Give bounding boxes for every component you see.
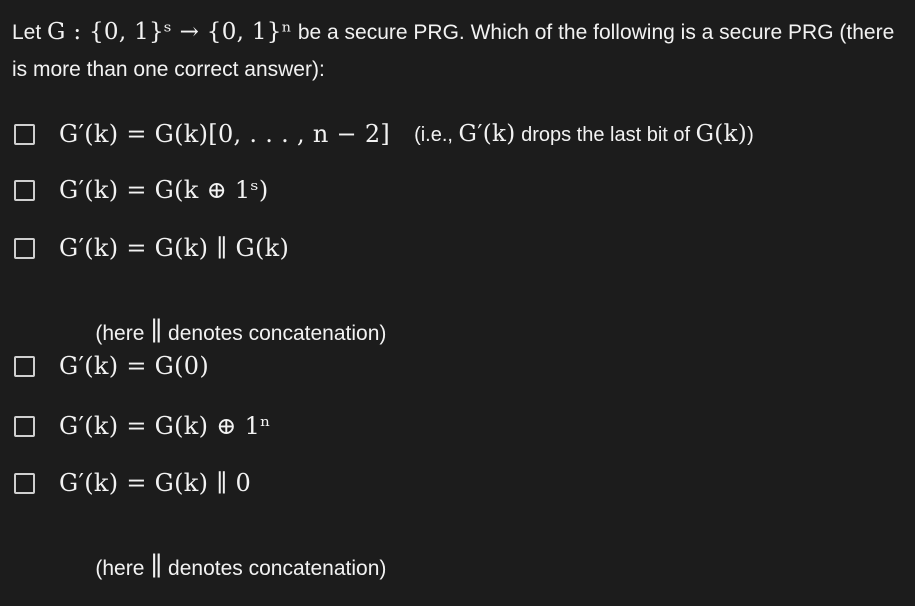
note-before: (here: [95, 557, 151, 580]
question-text: Let G : {0, 1}ˢ → {0, 1}ⁿ be a secure PR…: [12, 14, 907, 88]
option-checkbox[interactable]: [14, 415, 35, 437]
option-checkbox[interactable]: [14, 179, 35, 201]
concat-symbol: ∥: [150, 317, 163, 347]
option-checkbox[interactable]: [14, 355, 35, 377]
explanation-close: ): [747, 124, 754, 146]
option-formula: G′(k) = G(k ⊕ 1ˢ): [59, 176, 269, 204]
explanation-open: (i.e.,: [414, 124, 459, 146]
option-concat-self[interactable]: G′(k) = G(k) ∥ G(k): [14, 226, 289, 270]
note-after: denotes concatenation): [162, 322, 387, 345]
option-checkbox[interactable]: [14, 123, 35, 145]
option-xor-key[interactable]: G′(k) = G(k ⊕ 1ˢ): [14, 168, 269, 212]
question-prefix: Let: [12, 21, 48, 44]
explanation-mid: drops the last bit of: [515, 124, 696, 146]
option-checkbox[interactable]: [14, 472, 35, 494]
option-formula: G′(k) = G(k) ∥ G(k): [59, 234, 290, 262]
option-xor-output[interactable]: G′(k) = G(k) ⊕ 1ⁿ: [14, 404, 271, 448]
option-constant[interactable]: G′(k) = G(0): [14, 344, 209, 388]
note-before: (here: [95, 322, 151, 345]
option-append-zero[interactable]: G′(k) = G(k) ∥ 0: [14, 461, 251, 505]
option-formula: G′(k) = G(k)[0, . . . , n − 2]: [59, 120, 391, 148]
question-math: G : {0, 1}ˢ → {0, 1}ⁿ: [47, 19, 292, 45]
option-drop-last-bit[interactable]: G′(k) = G(k)[0, . . . , n − 2] (i.e., G′…: [14, 112, 754, 156]
option-checkbox[interactable]: [14, 237, 35, 259]
explanation-math-2: G(k): [695, 121, 748, 147]
concatenation-note: (here ∥ denotes concatenation): [72, 528, 386, 606]
concat-symbol: ∥: [150, 552, 163, 582]
option-formula: G′(k) = G(k) ∥ 0: [59, 469, 252, 497]
option-formula: G′(k) = G(k) ⊕ 1ⁿ: [59, 412, 271, 440]
note-after: denotes concatenation): [162, 557, 387, 580]
explanation-math-1: G′(k): [458, 121, 516, 147]
option-explanation: (i.e., G′(k) drops the last bit of G(k)): [414, 121, 754, 147]
option-formula: G′(k) = G(0): [59, 352, 210, 380]
